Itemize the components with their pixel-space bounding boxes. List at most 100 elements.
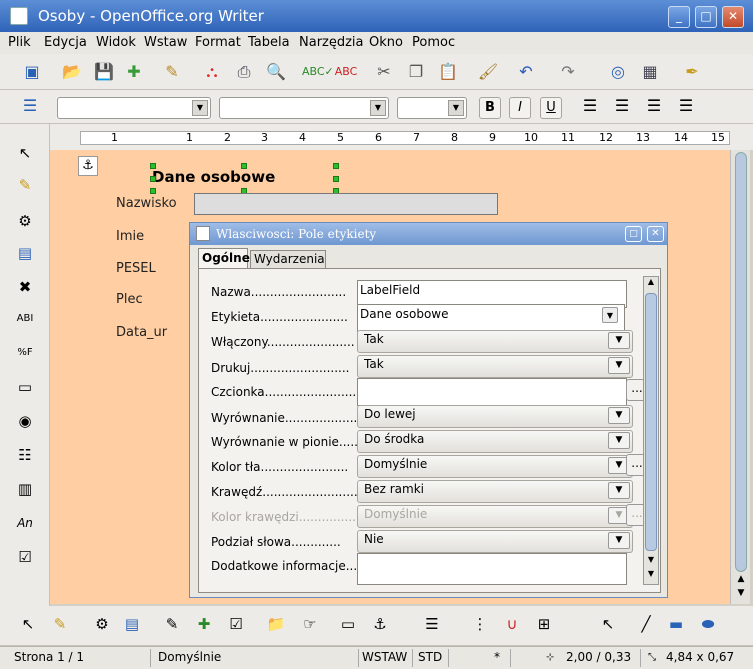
control-properties-icon[interactable]: ⚙ [12,208,38,234]
scroll-up-icon[interactable]: ▲ [733,574,749,586]
copy-icon[interactable]: ❐ [404,60,428,84]
tab-wydarzenia[interactable]: Wydarzenia [250,250,326,269]
menu-plik[interactable]: Plik [8,35,31,50]
formatted-field-icon[interactable]: %F [12,340,38,366]
select-arrow-icon[interactable]: ↖ [12,140,38,166]
select-arrow-icon[interactable]: ↖ [16,612,40,636]
tab-ogolne[interactable]: Ogólne [198,248,250,269]
chevron-down-icon[interactable]: ▼ [602,307,618,323]
insert-mode[interactable]: WSTAW [362,650,407,664]
form-navigator-icon[interactable]: ✎ [160,612,184,636]
scroll-down-icon[interactable]: ▼ [733,588,749,600]
more-controls-icon[interactable]: ☑ [12,544,38,570]
autospellcheck-icon[interactable]: ABC [334,60,358,84]
menu-tabela[interactable]: Tabela [248,35,290,50]
prop-dodatkowe-input[interactable] [357,553,627,585]
anchor-icon[interactable]: ⚓ [368,612,392,636]
menu-wstaw[interactable]: Wstaw [144,35,187,50]
anchor-icon[interactable]: ⚓ [78,156,98,176]
undo-icon[interactable]: ↶ [514,60,538,84]
prop-wyrownanie-select[interactable]: Do lewej ▼ [357,405,633,428]
label-field-icon[interactable]: An [12,510,38,536]
menu-edycja[interactable]: Edycja [44,35,87,50]
button-icon[interactable]: ▭ [12,374,38,400]
print-icon[interactable]: ⎙ [232,60,256,84]
ellipse-icon[interactable]: ⬬ [696,612,720,636]
align-justify-icon[interactable]: ☰ [674,94,698,118]
selection-handle[interactable] [241,163,247,169]
prop-czcionka-input[interactable] [357,378,627,406]
scroll-end-icon[interactable]: ▼ [645,569,657,583]
save-icon[interactable]: 💾 [92,60,116,84]
scrollbar-thumb[interactable] [735,152,747,572]
dialog-minimize-button[interactable]: □ [625,226,642,242]
dialog-close-button[interactable]: ✕ [647,226,664,242]
align-right-icon[interactable]: ☰ [642,94,666,118]
combo-box-icon[interactable]: ▥ [12,476,38,502]
italic-button[interactable]: I [509,97,531,119]
selection-handle[interactable] [150,163,156,169]
bold-button[interactable]: B [479,97,501,119]
guides-icon[interactable]: ⊞ [532,612,556,636]
font-size-combo[interactable]: ▼ [397,97,467,119]
form-properties-icon[interactable]: ▤ [12,240,38,266]
display-grid-icon[interactable]: ⋮ [468,612,492,636]
align-left-icon[interactable]: ☰ [578,94,602,118]
draw-functions-icon[interactable]: ✒ [680,60,704,84]
selection-handle[interactable] [333,176,339,182]
format-paintbrush-icon[interactable]: 🖌 [476,60,500,84]
prop-kolor-tla-select[interactable]: Domyślnie ▼ [357,455,633,478]
text-box-icon[interactable]: ABI [12,306,38,332]
prop-podzial-slowa-select[interactable]: Nie ▼ [357,530,633,553]
selection-mode[interactable]: STD [418,650,442,664]
form-properties-icon[interactable]: ▤ [120,612,144,636]
prop-wyrownanie-pion-select[interactable]: Do środka ▼ [357,430,633,453]
scroll-down-icon[interactable]: ▼ [645,555,657,569]
select-icon[interactable]: ↖ [596,612,620,636]
line-icon[interactable]: ╱ [634,612,658,636]
horizontal-ruler[interactable]: 1 1 2 3 4 5 6 7 8 9 10 11 12 13 14 15 [50,124,753,150]
open-folder-icon[interactable]: 📂 [60,60,84,84]
navigator-icon[interactable]: ◎ [606,60,630,84]
page-style[interactable]: Domyślnie [158,650,221,664]
rectangle-icon[interactable]: ▬ [664,612,688,636]
redo-icon[interactable]: ↷ [556,60,580,84]
new-from-template-icon[interactable]: ✚ [122,60,146,84]
open-design-mode-icon[interactable]: 📁 [264,612,288,636]
auto-control-focus-icon[interactable]: ☞ [298,612,322,636]
alignment-icon[interactable]: ☰ [420,612,444,636]
menu-narzedzia[interactable]: Narzędzia [299,35,364,50]
nazwisko-text-field[interactable] [194,193,498,215]
prop-wlaczony-select[interactable]: Tak ▼ [357,330,633,353]
image-button-icon[interactable]: ◉ [12,408,38,434]
underline-button[interactable]: U [540,97,562,119]
push-button-icon[interactable]: ✖ [12,274,38,300]
prop-drukuj-select[interactable]: Tak ▼ [357,355,633,378]
menu-pomoc[interactable]: Pomoc [412,35,455,50]
styles-icon[interactable]: ☰ [18,94,42,118]
selection-handle[interactable] [150,176,156,182]
paragraph-style-combo[interactable]: ▼ [57,97,211,119]
scroll-up-icon[interactable]: ▲ [645,277,657,291]
prop-etykieta-input[interactable]: Dane osobowe [357,304,625,332]
paste-icon[interactable]: 📋 [436,60,460,84]
design-mode-icon[interactable]: ✎ [48,612,72,636]
edit-file-icon[interactable]: ✎ [160,60,184,84]
activation-order-icon[interactable]: ☑ [224,612,248,636]
font-name-combo[interactable]: ▼ [219,97,389,119]
heading-label-field[interactable]: Dane osobowe [152,168,275,186]
vertical-scrollbar[interactable]: ▲ ▼ [730,150,750,604]
position-size-icon[interactable]: ▭ [336,612,360,636]
menu-format[interactable]: Format [195,35,241,50]
maximize-button[interactable]: □ [695,6,717,28]
design-mode-icon[interactable]: ✎ [12,172,38,198]
new-document-icon[interactable]: ▣ [20,60,44,84]
control-properties-icon[interactable]: ⚙ [90,612,114,636]
close-button[interactable]: ✕ [722,6,744,28]
add-field-icon[interactable]: ✚ [192,612,216,636]
table-icon[interactable]: ▦ [638,60,662,84]
menu-widok[interactable]: Widok [96,35,136,50]
spellcheck-icon[interactable]: ABC✓ [302,60,334,84]
snap-to-grid-icon[interactable]: ∪ [500,612,524,636]
list-box-icon[interactable]: ☷ [12,442,38,468]
